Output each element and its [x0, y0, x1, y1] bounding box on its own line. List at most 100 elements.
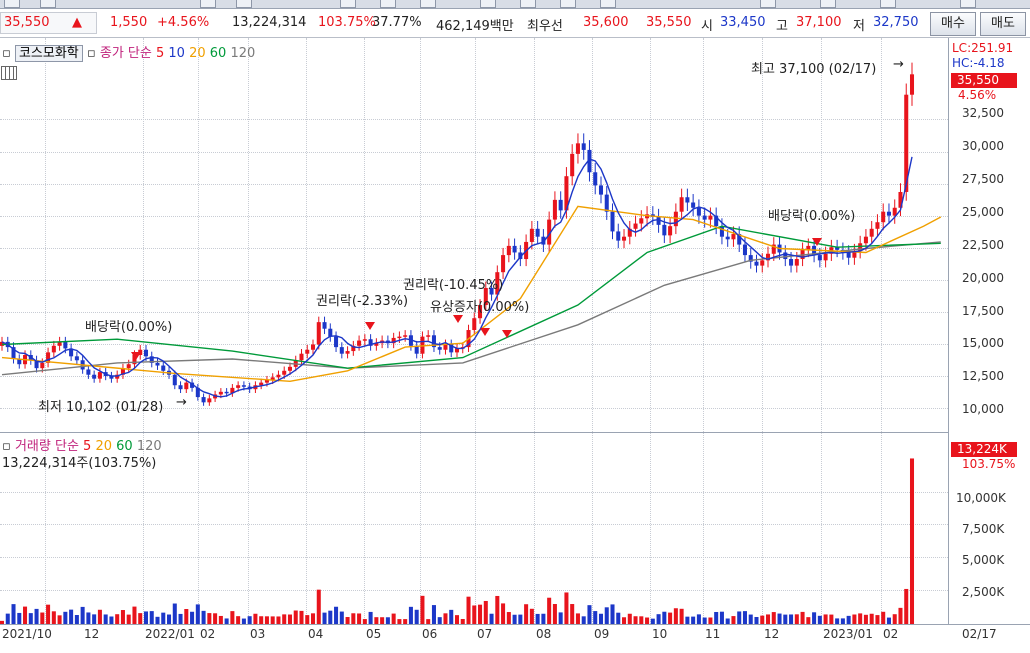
volume-tick-label: 7,500K: [962, 522, 1005, 537]
rights-annotation-2: 권리락(-10.45%): [403, 278, 504, 293]
volume-bar: [287, 614, 292, 624]
volume-bar: [737, 611, 742, 624]
volume-bar: [478, 604, 483, 624]
candle-body: [161, 365, 166, 371]
candle-body: [512, 245, 517, 253]
candle-body: [754, 261, 759, 266]
volume-bar: [40, 612, 45, 624]
candle-body: [178, 385, 183, 390]
volume-bar: [904, 588, 909, 624]
volume-bar: [115, 614, 120, 624]
candle-body: [691, 202, 696, 208]
volume-bar: [80, 606, 85, 624]
volume-bar: [829, 614, 834, 624]
candle-body: [92, 374, 97, 379]
volume-bar: [558, 612, 563, 624]
volume-bar: [282, 614, 287, 624]
x-tick-label: 03: [250, 627, 266, 641]
volume-bar: [236, 616, 241, 624]
volume-bar: [276, 616, 281, 624]
volume-bar: [771, 612, 776, 624]
candle-body: [604, 194, 609, 212]
candle-body: [155, 362, 160, 366]
candle-body: [299, 353, 304, 361]
candle-body: [322, 322, 327, 329]
event-arrow-icon: [453, 315, 463, 323]
candle-body: [593, 172, 598, 186]
volume-bar: [668, 612, 673, 624]
volume-bar: [305, 615, 310, 624]
volume-bar: [593, 611, 598, 624]
volume-bar: [622, 617, 627, 624]
volume-bar: [143, 611, 149, 624]
volume-bar: [374, 617, 379, 624]
volume-bar: [881, 611, 886, 624]
volume-bar: [420, 595, 425, 624]
candle-body: [334, 336, 339, 348]
volume-bar: [886, 617, 891, 624]
candle-body: [794, 259, 799, 266]
candle-body: [86, 369, 91, 375]
volume-bar: [794, 614, 799, 624]
volume-bar: [270, 616, 275, 624]
volume-bar: [443, 613, 448, 624]
volume-bar: [218, 615, 223, 624]
volume-bar: [604, 607, 609, 624]
volume-bar: [103, 614, 108, 624]
volume-bar: [725, 618, 730, 624]
volume-bar: [846, 615, 851, 624]
volume-bar: [610, 604, 615, 624]
candle-body: [558, 199, 563, 211]
volume-bar: [92, 614, 97, 624]
volume-bar: [5, 613, 10, 624]
candle-body: [668, 226, 673, 236]
volume-bar: [817, 615, 822, 624]
candle-body: [909, 74, 915, 95]
candle-body: [570, 153, 575, 177]
volume-bar: [909, 458, 915, 624]
volume-bar: [535, 613, 540, 624]
volume-bar: [69, 609, 74, 624]
candle-body: [501, 255, 506, 273]
candle-body: [731, 234, 736, 240]
volume-bar: [685, 616, 690, 624]
volume-bar: [310, 613, 316, 624]
candle-body: [702, 215, 707, 220]
volume-bar: [259, 616, 264, 624]
volume-bar: [587, 605, 592, 624]
candle-body: [345, 351, 350, 354]
volume-bar: [541, 613, 546, 624]
volume-bar: [454, 615, 460, 624]
volume-bar: [293, 610, 298, 624]
event-arrow-icon: [365, 322, 375, 330]
volume-bar: [149, 611, 154, 624]
volume-bar: [437, 617, 442, 624]
volume-bar: [529, 608, 534, 624]
volume-bar: [351, 613, 356, 624]
volume-tick-label: 5,000K: [962, 553, 1005, 568]
volume-bar: [650, 618, 655, 624]
volume-bar: [460, 618, 465, 624]
candle-body: [40, 362, 45, 369]
candle-body: [725, 236, 730, 240]
candle-body: [218, 391, 223, 395]
volume-bar: [138, 613, 143, 624]
candle-body: [287, 366, 292, 371]
x-tick-label: 02: [200, 627, 216, 641]
volume-bar: [789, 614, 794, 624]
candle-body: [305, 349, 310, 354]
candle-body: [639, 218, 644, 224]
sell-button[interactable]: 매도: [980, 12, 1026, 36]
volume-bar: [385, 617, 390, 624]
candle-body: [742, 244, 747, 256]
current-price-marker: 35,550: [951, 73, 1017, 88]
candle-body: [679, 197, 684, 212]
volume-bar: [512, 614, 517, 624]
candle-body: [616, 231, 621, 241]
volume-bar: [800, 611, 805, 624]
volume-bar: [552, 604, 557, 624]
volume-bar: [403, 619, 408, 624]
lc-label: LC:251.91: [952, 41, 1014, 55]
volume-bar: [765, 614, 771, 624]
candle-body: [575, 143, 580, 154]
